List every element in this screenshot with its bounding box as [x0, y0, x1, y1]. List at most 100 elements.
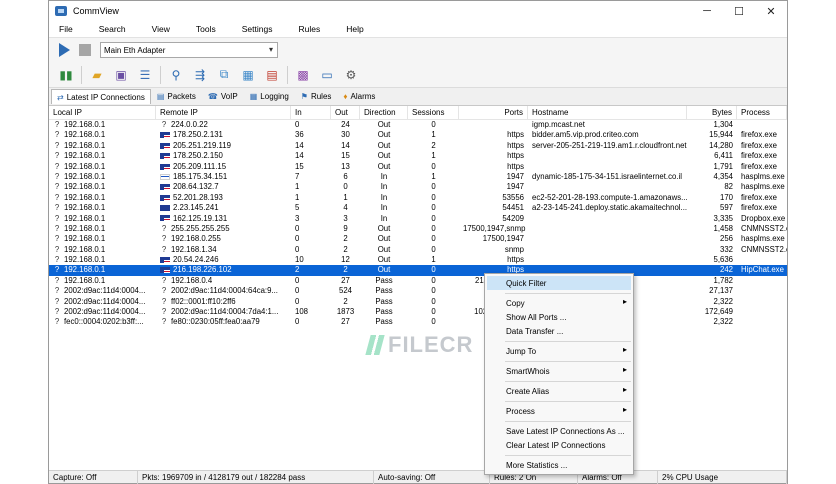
table-row[interactable]: ? 192.168.0.1? 255.255.255.255 0 9 Out 0 17500,… [49, 224, 787, 234]
cell-in: 2 [291, 265, 331, 275]
packet-generator-icon[interactable]: ▤ [263, 66, 281, 84]
monitor-icon[interactable]: ▭ [318, 66, 336, 84]
cell-remote-ip-text: fe80::0230:05ff:fea0:aa79 [171, 317, 260, 327]
column-header-ports[interactable]: Ports [459, 106, 528, 120]
watermark: FILECR [365, 332, 473, 358]
chart-icon[interactable]: ▮▮ [57, 66, 75, 84]
cell-direction-text: Out [377, 244, 391, 254]
table-row[interactable]: ? 192.168.0.1 52.201.28.193 1 1 In 0 53556 ec2-5… [49, 193, 787, 203]
context-menu-item[interactable]: Save Latest IP Connections As ... [485, 424, 633, 438]
stop-capture-icon[interactable] [79, 44, 91, 56]
cell-process-text: firefox.exe [741, 161, 777, 171]
table-row[interactable]: ? 192.168.0.1 20.54.24.246 10 12 Out 1 https 5,6… [49, 255, 787, 265]
cell-out: 27 [331, 317, 360, 327]
table-row[interactable]: ? 192.168.0.1 162.125.19.131 3 3 In 0 54209 3,33… [49, 214, 787, 224]
cell-out: 0 [331, 182, 360, 192]
start-capture-icon[interactable] [59, 43, 70, 57]
cell-direction: In [360, 193, 408, 203]
capture-settings-icon[interactable]: ☰ [136, 66, 154, 84]
context-menu-item[interactable]: Data Transfer ... [485, 324, 633, 338]
column-header-hostname[interactable]: Hostname [528, 106, 687, 120]
column-header-direction[interactable]: Direction [360, 106, 408, 120]
table-row[interactable]: ? 2002:d9ac:11d4:0004...? 2002:d9ac:11d4:0… [49, 286, 787, 296]
cell-remote-ip-text: 192.168.0.4 [171, 275, 213, 285]
table-row[interactable]: ? 192.168.0.1 216.198.226.102 2 2 Out 0 https 24… [49, 265, 787, 276]
cell-out: 13 [331, 162, 360, 172]
cell-hostname-text: server-205-251-219-119.am1.r.cloudfront.… [532, 140, 687, 150]
submenu-arrow-icon: ▸ [622, 405, 627, 414]
context-menu-item[interactable]: More Statistics ... [485, 458, 633, 472]
table-row[interactable]: ? 192.168.0.1 178.250.2.131 36 30 Out 1 https bi… [49, 130, 787, 140]
cell-in: 1 [291, 182, 331, 192]
menu-view[interactable]: View [152, 24, 170, 34]
table-row[interactable]: ? 192.168.0.1? 192.168.0.255 0 2 Out 0 17500,19… [49, 234, 787, 244]
tab-packets[interactable]: ▤ Packets [151, 89, 202, 104]
table-row[interactable]: ? 192.168.0.1? 224.0.0.22 0 24 Out 0 igmp.mcast… [49, 120, 787, 130]
table-row[interactable]: ? 192.168.0.1? 192.168.1.34 0 2 Out 0 snmp 332 CN… [49, 245, 787, 255]
open-folder-icon[interactable]: ▰ [88, 66, 106, 84]
menu-file[interactable]: File [59, 24, 73, 34]
menu-rules[interactable]: Rules [298, 24, 320, 34]
cell-bytes-text: 242 [719, 265, 733, 275]
cell-direction: Pass [360, 317, 408, 327]
cell-hostname: dynamic-185-175-34-151.israelinternet.co… [528, 172, 687, 182]
table-row[interactable]: ? 192.168.0.1 205.209.111.15 15 13 Out 0 https 1… [49, 162, 787, 172]
context-menu-item[interactable]: Show All Ports ... [485, 310, 633, 324]
export-icon[interactable]: ⇶ [191, 66, 209, 84]
table-row[interactable]: ? 2002:d9ac:11d4:0004...? ff02::0001:ff10:… [49, 297, 787, 307]
menu-settings[interactable]: Settings [242, 24, 273, 34]
table-row[interactable]: ? 192.168.0.1 185.175.34.151 7 6 In 1 1947 dynam… [49, 172, 787, 182]
table-row[interactable]: ? 192.168.0.1 2.23.145.241 5 4 In 0 54451 a2-23-… [49, 203, 787, 213]
menu-search[interactable]: Search [99, 24, 126, 34]
table-row[interactable]: ? 192.168.0.1 205.251.219.119 14 14 Out 2 https… [49, 141, 787, 151]
cell-bytes-text: 1,782 [713, 275, 733, 285]
save-icon[interactable]: ▣ [112, 66, 130, 84]
cell-direction-text: In [380, 192, 388, 202]
context-menu-item[interactable]: Copy ▸ [485, 296, 633, 310]
column-header-in[interactable]: In [291, 106, 331, 120]
columns-icon[interactable]: ▦ [239, 66, 257, 84]
search-icon[interactable]: ⚲ [167, 66, 185, 84]
gear-icon[interactable]: ⚙ [342, 66, 360, 84]
column-header-sessions[interactable]: Sessions [408, 106, 459, 120]
column-header-out[interactable]: Out [331, 106, 360, 120]
unknown-status-icon: ? [54, 275, 60, 285]
tab-alarms[interactable]: ♦ Alarms [337, 89, 381, 104]
column-header-process[interactable]: Process [737, 106, 787, 120]
tab-logging[interactable]: ▦ Logging [244, 89, 295, 104]
cell-in-text: 0 [295, 244, 300, 254]
context-menu-item[interactable]: Clear Latest IP Connections [485, 438, 633, 452]
menu-tools[interactable]: Tools [196, 24, 216, 34]
table-row[interactable]: ? 2002:d9ac:11d4:0004...? 2002:d9ac:11d4:0… [49, 307, 787, 317]
cell-ports: 54209 [459, 214, 528, 224]
context-menu-item[interactable]: Jump To ▸ [485, 344, 633, 358]
context-menu-item[interactable]: Process ▸ [485, 404, 633, 418]
tab-rules[interactable]: ⚑ Rules [295, 89, 338, 104]
close-button[interactable]: ✕ [755, 1, 787, 21]
cell-local-ip: ? 192.168.0.1 [49, 255, 156, 265]
column-header-remote-ip[interactable]: Remote IP [156, 106, 291, 120]
filter-icon[interactable]: ⧉ [215, 66, 233, 84]
cell-direction-text: Out [377, 161, 391, 171]
maximize-button[interactable]: ☐ [723, 1, 755, 21]
cell-bytes: 1,458 [687, 224, 737, 234]
decoder-icon[interactable]: ▩ [294, 66, 312, 84]
table-row[interactable]: ?192.168.0.1?192.168.0.4027Pass02140,mic… [49, 276, 787, 286]
menu-help[interactable]: Help [346, 24, 363, 34]
minimize-button[interactable]: ─ [691, 1, 723, 21]
context-menu-item[interactable]: Quick Filter [487, 276, 631, 290]
column-header-bytes[interactable]: Bytes [687, 106, 737, 120]
tab-voip[interactable]: ☎ VoIP [202, 89, 244, 104]
tab-latest-ip-connections[interactable]: ⇄ Latest IP Connections [51, 89, 151, 104]
cell-out: 3 [331, 214, 360, 224]
adapter-select[interactable]: Main Eth Adapter ▾ [100, 42, 278, 58]
context-menu-item[interactable]: Create Alias ▸ [485, 384, 633, 398]
table-row[interactable]: ? 192.168.0.1 178.250.2.150 14 15 Out 1 https 6,… [49, 151, 787, 161]
cell-sessions-text: 1 [431, 151, 436, 161]
table-row[interactable]: ? 192.168.0.1 208.64.132.7 1 0 In 0 1947 82 haspl… [49, 182, 787, 192]
context-menu-item[interactable]: SmartWhois ▸ [485, 364, 633, 378]
cell-local-ip: ? 192.168.0.1 [49, 203, 156, 213]
table-row[interactable]: ? fec0::0004:0202:b3ff:...? fe80::0230:05f… [49, 317, 787, 327]
cell-bytes-text: 2,322 [713, 317, 733, 327]
column-header-local-ip[interactable]: Local IP [49, 106, 156, 120]
